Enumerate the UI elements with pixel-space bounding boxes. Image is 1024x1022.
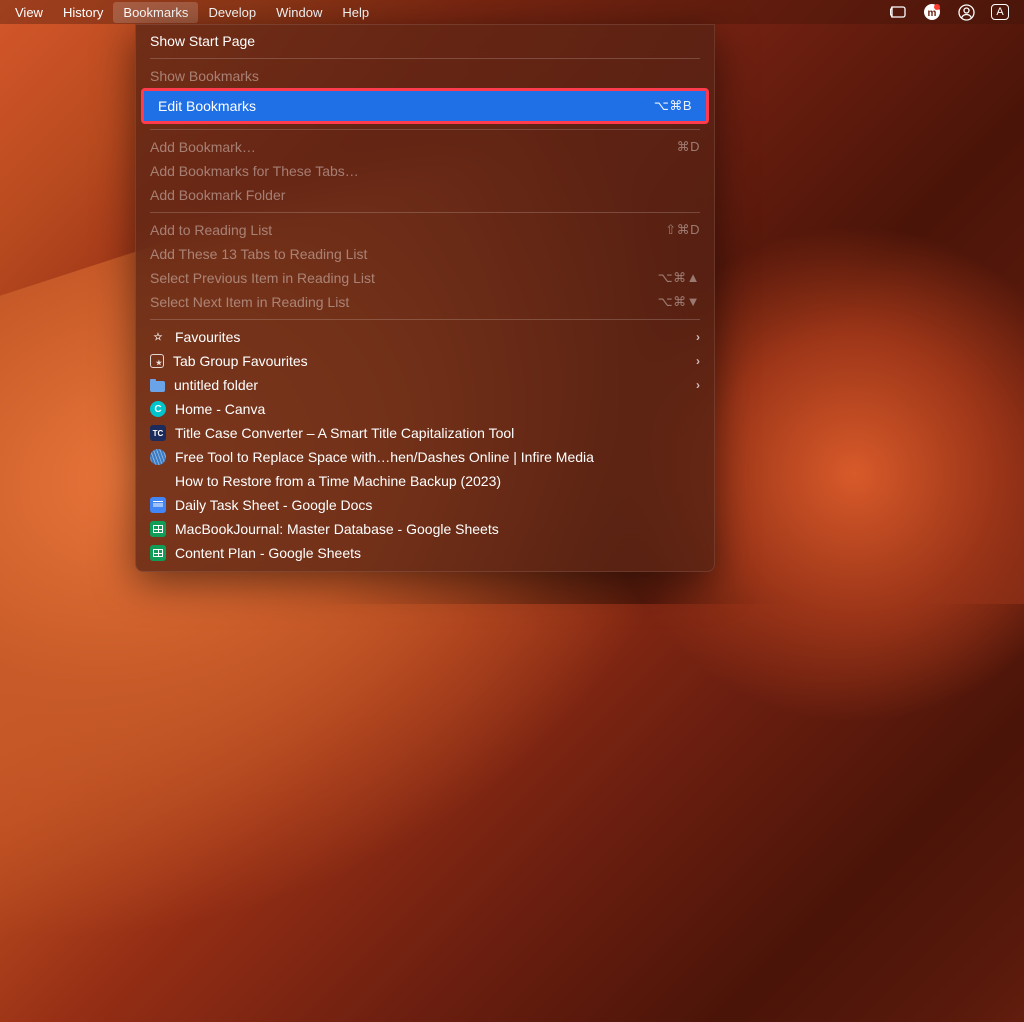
- bookmark-time-machine[interactable]: How to Restore from a Time Machine Backu…: [136, 469, 714, 493]
- menu-item-label: Show Bookmarks: [150, 68, 700, 84]
- menu-show-start-page[interactable]: Show Start Page: [136, 29, 714, 53]
- menu-item-label: Edit Bookmarks: [158, 98, 654, 114]
- menu-shortcut: ⌥⌘▲: [658, 270, 700, 286]
- canva-favicon: C: [150, 401, 166, 417]
- svg-text:m: m: [928, 8, 937, 19]
- menu-develop[interactable]: Develop: [198, 2, 266, 23]
- menu-add-bookmarks-tabs[interactable]: Add Bookmarks for These Tabs…: [136, 159, 714, 183]
- menu-add-reading-list[interactable]: Add to Reading List ⇧⌘D: [136, 218, 714, 242]
- google-sheets-favicon: [150, 545, 166, 561]
- bookmarks-dropdown: Show Start Page Show Bookmarks Edit Book…: [135, 24, 715, 572]
- bookmark-label: How to Restore from a Time Machine Backu…: [175, 473, 700, 489]
- menu-add-bookmark-folder[interactable]: Add Bookmark Folder: [136, 183, 714, 207]
- menu-help[interactable]: Help: [332, 2, 379, 23]
- google-docs-favicon: [150, 497, 166, 513]
- menu-item-label: Add Bookmarks for These Tabs…: [150, 163, 700, 179]
- menu-item-label: Add to Reading List: [150, 222, 665, 238]
- menu-shortcut: ⌥⌘▼: [658, 294, 700, 310]
- menu-add-tabs-reading-list[interactable]: Add These 13 Tabs to Reading List: [136, 242, 714, 266]
- menu-bookmarks[interactable]: Bookmarks: [113, 2, 198, 23]
- chevron-right-icon: ›: [690, 378, 700, 392]
- bookmark-label: untitled folder: [174, 377, 681, 393]
- menu-shortcut: ⌘D: [677, 139, 700, 155]
- chevron-right-icon: ›: [690, 354, 700, 368]
- menu-add-bookmark[interactable]: Add Bookmark… ⌘D: [136, 135, 714, 159]
- bookmark-canva[interactable]: C Home - Canva: [136, 397, 714, 421]
- menu-view[interactable]: View: [5, 2, 53, 23]
- bookmark-macbookjournal[interactable]: MacBookJournal: Master Database - Google…: [136, 517, 714, 541]
- menu-shortcut: ⇧⌘D: [665, 222, 700, 238]
- menubar: View History Bookmarks Develop Window He…: [0, 0, 1024, 24]
- bookmark-infire[interactable]: Free Tool to Replace Space with…hen/Dash…: [136, 445, 714, 469]
- bookmark-label: Free Tool to Replace Space with…hen/Dash…: [175, 449, 700, 465]
- keyboard-input-icon[interactable]: A: [991, 4, 1009, 20]
- globe-favicon: [150, 449, 166, 465]
- annotation-highlight: Edit Bookmarks ⌥⌘B: [141, 88, 709, 124]
- bookmark-label: Daily Task Sheet - Google Docs: [175, 497, 700, 513]
- titlecase-favicon: TC: [150, 425, 166, 441]
- menu-item-label: Add These 13 Tabs to Reading List: [150, 246, 700, 262]
- bookmark-label: Favourites: [175, 329, 681, 345]
- bookmark-label: Home - Canva: [175, 401, 700, 417]
- menu-divider: [150, 212, 700, 213]
- bookmark-label: Title Case Converter – A Smart Title Cap…: [175, 425, 700, 441]
- menu-item-label: Select Previous Item in Reading List: [150, 270, 658, 286]
- menu-divider: [150, 58, 700, 59]
- menu-item-label: Add Bookmark…: [150, 139, 677, 155]
- menu-show-bookmarks[interactable]: Show Bookmarks: [136, 64, 714, 88]
- chevron-right-icon: ›: [690, 330, 700, 344]
- user-account-icon[interactable]: [957, 3, 975, 21]
- menu-divider: [150, 129, 700, 130]
- bookmark-label: Content Plan - Google Sheets: [175, 545, 700, 561]
- apple-favicon: [150, 473, 166, 489]
- bookmark-label: MacBookJournal: Master Database - Google…: [175, 521, 700, 537]
- menu-shortcut: ⌥⌘B: [654, 98, 692, 114]
- menu-select-prev-reading[interactable]: Select Previous Item in Reading List ⌥⌘▲: [136, 266, 714, 290]
- screenshot-icon[interactable]: [889, 3, 907, 21]
- bookmark-label: Tab Group Favourites: [173, 353, 681, 369]
- menu-window[interactable]: Window: [266, 2, 332, 23]
- menu-item-label: Select Next Item in Reading List: [150, 294, 658, 310]
- bookmark-untitled-folder[interactable]: untitled folder ›: [136, 373, 714, 397]
- tab-group-icon: [150, 354, 164, 368]
- star-icon: ☆: [150, 329, 166, 345]
- bookmark-content-plan[interactable]: Content Plan - Google Sheets: [136, 541, 714, 565]
- bookmark-title-case[interactable]: TC Title Case Converter – A Smart Title …: [136, 421, 714, 445]
- menu-edit-bookmarks[interactable]: Edit Bookmarks ⌥⌘B: [144, 91, 706, 121]
- bookmark-daily-task[interactable]: Daily Task Sheet - Google Docs: [136, 493, 714, 517]
- folder-icon: [150, 381, 165, 392]
- menu-item-label: Show Start Page: [150, 33, 700, 49]
- bookmark-favourites[interactable]: ☆ Favourites ›: [136, 325, 714, 349]
- menu-item-label: Add Bookmark Folder: [150, 187, 700, 203]
- menu-divider: [150, 319, 700, 320]
- app-notification-icon[interactable]: m: [923, 3, 941, 21]
- menu-select-next-reading[interactable]: Select Next Item in Reading List ⌥⌘▼: [136, 290, 714, 314]
- google-sheets-favicon: [150, 521, 166, 537]
- bookmark-tab-group-favourites[interactable]: Tab Group Favourites ›: [136, 349, 714, 373]
- menu-history[interactable]: History: [53, 2, 113, 23]
